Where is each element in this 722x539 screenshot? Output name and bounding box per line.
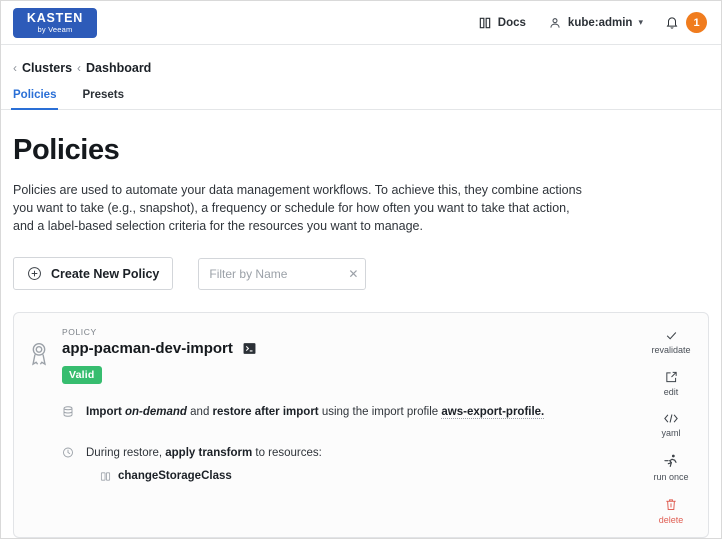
delete-label: delete: [658, 515, 684, 526]
logo-main-text: KASTEN: [26, 10, 84, 25]
transform-item-changestorageclass[interactable]: changeStorageClass: [86, 468, 322, 485]
detail-seg-using: using the import profile: [318, 406, 442, 419]
chevron-down-icon: ▾: [638, 17, 643, 27]
book-icon: [478, 16, 492, 30]
clock-icon: [62, 445, 76, 486]
tab-policies[interactable]: Policies: [11, 87, 59, 110]
revalidate-label: revalidate: [651, 345, 691, 356]
user-icon: [548, 16, 562, 30]
runner-icon: [663, 453, 679, 469]
policy-toolbar: Create New Policy ✕: [13, 257, 709, 291]
detail-seg-applytransform: apply transform: [165, 446, 253, 459]
policy-card: POLICY app-pacman-dev-import Valid Impor…: [13, 312, 709, 539]
detail-seg-import: Import: [86, 406, 125, 419]
import-profile-link[interactable]: aws-export-profile.: [441, 406, 545, 420]
page-title: Policies: [13, 134, 120, 166]
policy-card-main: POLICY app-pacman-dev-import Valid Impor…: [14, 313, 634, 537]
yaml-label: yaml: [661, 428, 681, 439]
top-navigation-bar: KASTEN by Veeam Docs kube:admin ▾ 1: [1, 1, 721, 45]
policy-detail-text-import: Import on-demand and restore after impor…: [86, 404, 545, 424]
policy-detail-row-transform: During restore, apply transform to resou…: [62, 445, 624, 486]
yaml-button[interactable]: yaml: [661, 412, 681, 439]
detail-seg-and: and: [186, 406, 213, 419]
detail-seg-toresources: to resources:: [252, 446, 322, 459]
docs-link[interactable]: Docs: [478, 16, 526, 30]
user-label: kube:admin: [567, 16, 633, 29]
detail-seg-restore: restore after import: [212, 406, 319, 419]
create-new-policy-button[interactable]: Create New Policy: [13, 257, 174, 291]
policy-card-body: POLICY app-pacman-dev-import Valid Impor…: [58, 327, 624, 521]
run-once-label: run once: [653, 472, 689, 483]
page-description: Policies are used to automate your data …: [13, 183, 582, 234]
revalidate-button[interactable]: revalidate: [651, 329, 691, 356]
status-badge: Valid: [62, 366, 102, 385]
trash-icon: [664, 497, 678, 512]
edit-square-icon: [664, 370, 679, 384]
breadcrumb: ‹ Clusters ‹ Dashboard: [1, 45, 721, 75]
edit-label: edit: [663, 387, 679, 398]
breadcrumb-separator-icon: ‹: [13, 61, 17, 75]
docs-label: Docs: [497, 16, 526, 29]
delete-button[interactable]: delete: [658, 497, 684, 526]
policy-detail-text-transform: During restore, apply transform to resou…: [86, 445, 322, 486]
close-icon[interactable]: ✕: [348, 268, 358, 280]
policy-kicker-label: POLICY: [62, 327, 97, 338]
notifications-button[interactable]: 1: [665, 12, 707, 33]
breadcrumb-separator-icon-2: ‹: [77, 61, 82, 75]
logo-sub-text: by Veeam: [37, 25, 73, 34]
detail-seg-ondemand: on-demand: [124, 406, 187, 419]
transform-item-label: changeStorageClass: [118, 469, 232, 482]
policy-name-row: app-pacman-dev-import: [62, 340, 624, 357]
create-new-policy-label: Create New Policy: [51, 266, 160, 281]
main-content: Policies Policies are used to automate y…: [1, 134, 721, 539]
transform-icon: [100, 471, 111, 482]
run-once-button[interactable]: run once: [653, 453, 689, 483]
code-brackets-icon: [663, 412, 679, 425]
kasten-logo[interactable]: KASTEN by Veeam: [13, 7, 97, 38]
user-menu[interactable]: kube:admin ▾: [548, 16, 643, 30]
bell-icon: [665, 15, 679, 30]
policy-action-column: revalidate edit yaml run once delete: [634, 313, 708, 537]
database-icon: [62, 404, 76, 424]
terminal-icon[interactable]: [243, 342, 256, 355]
policy-detail-row-import: Import on-demand and restore after impor…: [62, 404, 624, 424]
tab-presets[interactable]: Presets: [80, 87, 126, 110]
breadcrumb-item-dashboard[interactable]: Dashboard: [86, 61, 151, 75]
breadcrumb-item-clusters[interactable]: Clusters: [22, 61, 72, 75]
filter-by-name-input[interactable]: [198, 257, 367, 290]
plus-circle-icon: [27, 266, 42, 281]
filter-by-name-wrapper: ✕: [198, 257, 367, 290]
tab-bar: Policies Presets: [1, 87, 721, 110]
top-navigation-actions: Docs kube:admin ▾ 1: [478, 12, 707, 33]
award-ribbon-icon: [28, 327, 58, 521]
policy-name[interactable]: app-pacman-dev-import: [62, 340, 233, 357]
check-icon: [664, 329, 679, 342]
edit-button[interactable]: edit: [664, 370, 679, 397]
transform-sentence: During restore, apply transform to resou…: [86, 445, 322, 462]
notification-count-badge: 1: [686, 12, 707, 33]
detail-seg-during: During restore,: [86, 446, 166, 459]
